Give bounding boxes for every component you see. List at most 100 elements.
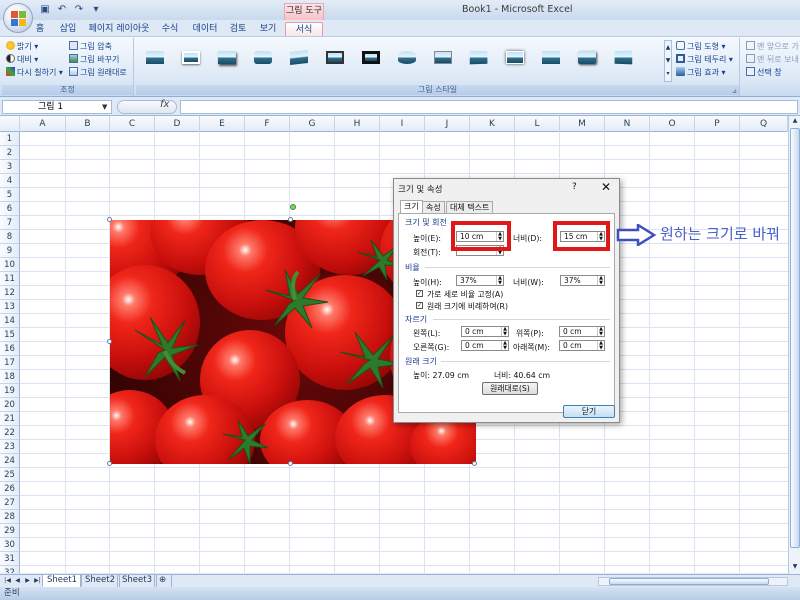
row-header[interactable]: 27 xyxy=(0,496,20,510)
row-header[interactable]: 6 xyxy=(0,202,20,216)
column-header[interactable]: Q xyxy=(740,116,788,132)
column-header[interactable]: O xyxy=(650,116,695,132)
row-header[interactable]: 2 xyxy=(0,146,20,160)
sheet-tab-sheet1[interactable]: Sheet1 xyxy=(42,575,82,587)
column-header[interactable]: I xyxy=(380,116,425,132)
bring-to-front-button[interactable]: 맨 앞으로 가 xyxy=(746,41,799,52)
row-header[interactable]: 4 xyxy=(0,174,20,188)
row-header[interactable]: 23 xyxy=(0,440,20,454)
row-header[interactable]: 25 xyxy=(0,468,20,482)
picture-shape-button[interactable]: 그림 도형 ▾ xyxy=(676,41,726,52)
row-header[interactable]: 18 xyxy=(0,370,20,384)
tab-format[interactable]: 서식 xyxy=(285,22,323,37)
tab-properties[interactable]: 속성 xyxy=(422,201,445,213)
tab-alt-text[interactable]: 대체 텍스트 xyxy=(446,201,494,213)
resize-handle-bottom-right[interactable] xyxy=(472,461,477,466)
row-header[interactable]: 8 xyxy=(0,230,20,244)
picture-style-7[interactable] xyxy=(360,48,382,68)
tab-review[interactable]: 검토 xyxy=(226,22,250,37)
spin-arrows-icon[interactable]: ▲ ▼ xyxy=(597,327,604,336)
column-header[interactable]: H xyxy=(335,116,380,132)
column-header[interactable]: J xyxy=(425,116,470,132)
picture-style-1[interactable] xyxy=(144,48,166,68)
vertical-scrollbar[interactable]: ▲ ▼ xyxy=(788,116,800,574)
row-header[interactable]: 31 xyxy=(0,552,20,566)
horizontal-scrollbar[interactable] xyxy=(598,577,788,586)
picture-style-9[interactable] xyxy=(432,48,454,68)
contrast-button[interactable]: 대비 ▾ xyxy=(6,54,38,65)
row-header[interactable]: 21 xyxy=(0,412,20,426)
column-header[interactable]: E xyxy=(200,116,245,132)
row-header[interactable]: 16 xyxy=(0,342,20,356)
column-header[interactable]: F xyxy=(245,116,290,132)
row-header[interactable]: 14 xyxy=(0,314,20,328)
row-header[interactable]: 28 xyxy=(0,510,20,524)
picture-style-12[interactable] xyxy=(540,48,562,68)
sheet-tab-sheet2[interactable]: Sheet2 xyxy=(80,575,120,587)
scroll-up-icon[interactable]: ▲ xyxy=(790,116,800,126)
crop-right-input[interactable]: 0 cm ▲ ▼ xyxy=(461,340,509,351)
picture-style-8[interactable] xyxy=(396,48,418,68)
row-header[interactable]: 1 xyxy=(0,132,20,146)
tab-home[interactable]: 홈 xyxy=(32,22,48,37)
selection-pane-button[interactable]: 선택 창 xyxy=(746,67,782,78)
customize-icon[interactable]: ▾ xyxy=(89,3,103,16)
row-header[interactable]: 20 xyxy=(0,398,20,412)
help-icon[interactable]: ? xyxy=(572,182,577,192)
dialog-launcher-icon[interactable]: ⊿ xyxy=(732,88,737,95)
column-header[interactable]: G xyxy=(290,116,335,132)
picture-style-10[interactable] xyxy=(468,48,490,68)
row-header[interactable]: 32 xyxy=(0,566,20,573)
spin-arrows-icon[interactable]: ▲ ▼ xyxy=(501,341,508,350)
crop-bottom-input[interactable]: 0 cm ▲ ▼ xyxy=(559,340,605,351)
change-picture-button[interactable]: 그림 바꾸기 xyxy=(69,54,119,65)
recolor-button[interactable]: 다시 칠하기 ▾ xyxy=(6,67,63,78)
select-all-corner[interactable] xyxy=(0,116,20,132)
row-header[interactable]: 29 xyxy=(0,524,20,538)
row-header[interactable]: 7 xyxy=(0,216,20,230)
row-header[interactable]: 24 xyxy=(0,454,20,468)
spin-arrows-icon[interactable]: ▲ ▼ xyxy=(597,341,604,350)
column-header[interactable]: K xyxy=(470,116,515,132)
picture-style-2[interactable] xyxy=(180,48,202,68)
save-icon[interactable]: ▣ xyxy=(38,3,52,16)
crop-left-input[interactable]: 0 cm ▲ ▼ xyxy=(461,326,509,337)
row-header[interactable]: 26 xyxy=(0,482,20,496)
row-header[interactable]: 10 xyxy=(0,258,20,272)
column-header[interactable]: P xyxy=(695,116,740,132)
tab-page-layout[interactable]: 페이지 레이아웃 xyxy=(86,22,152,37)
row-header[interactable]: 19 xyxy=(0,384,20,398)
column-header[interactable]: L xyxy=(515,116,560,132)
tab-insert[interactable]: 삽입 xyxy=(56,22,80,37)
name-box[interactable]: 그림 1 xyxy=(2,100,112,114)
row-header[interactable]: 15 xyxy=(0,328,20,342)
scale-width-input[interactable]: 37% ▲ ▼ xyxy=(560,275,605,286)
redo-icon[interactable]: ↷ xyxy=(72,3,86,16)
resize-handle-left[interactable] xyxy=(107,339,112,344)
tab-view[interactable]: 보기 xyxy=(256,22,280,37)
sheet-tab-sheet3[interactable]: Sheet3 xyxy=(117,575,157,587)
relative-original-checkbox[interactable]: ✓ xyxy=(416,302,423,309)
spin-arrows-icon[interactable]: ▲ ▼ xyxy=(501,327,508,336)
row-header[interactable]: 17 xyxy=(0,356,20,370)
undo-icon[interactable]: ↶ xyxy=(55,3,69,16)
picture-style-14[interactable] xyxy=(612,48,634,68)
formula-input[interactable] xyxy=(180,100,798,114)
column-header[interactable]: B xyxy=(66,116,110,132)
column-header[interactable]: M xyxy=(560,116,605,132)
office-button[interactable] xyxy=(3,3,33,33)
next-sheet-icon[interactable]: ▶ xyxy=(23,576,32,586)
horizontal-scroll-thumb[interactable] xyxy=(609,578,769,585)
crop-top-input[interactable]: 0 cm ▲ ▼ xyxy=(559,326,605,337)
scroll-down-icon[interactable]: ▼ xyxy=(790,562,800,572)
last-sheet-icon[interactable]: ▶| xyxy=(33,576,42,586)
lock-aspect-checkbox[interactable]: ✓ xyxy=(416,290,423,297)
resize-handle-bottom-left[interactable] xyxy=(107,461,112,466)
row-header[interactable]: 3 xyxy=(0,160,20,174)
spin-arrows-icon[interactable]: ▲ ▼ xyxy=(496,276,503,285)
column-header[interactable]: A xyxy=(20,116,66,132)
chevron-down-icon[interactable]: ▼ xyxy=(102,100,112,114)
send-to-back-button[interactable]: 맨 뒤로 보내 xyxy=(746,54,799,65)
row-header[interactable]: 30 xyxy=(0,538,20,552)
row-header[interactable]: 5 xyxy=(0,188,20,202)
